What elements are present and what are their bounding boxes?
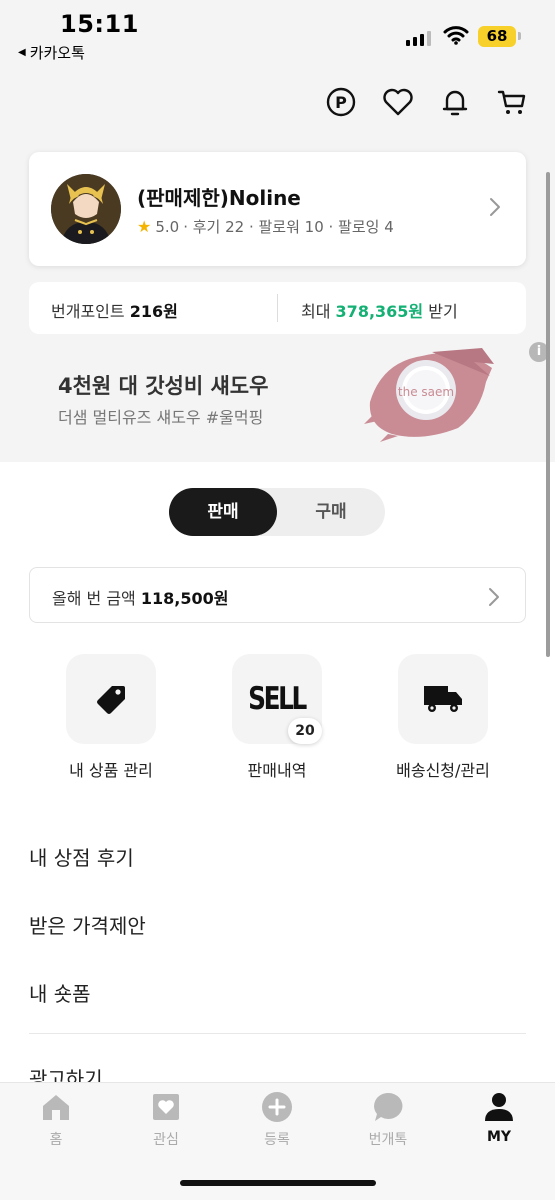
tab-buy[interactable]: 구매 bbox=[277, 488, 385, 536]
shipping-button[interactable] bbox=[398, 654, 488, 744]
tag-icon bbox=[97, 686, 125, 714]
max-label: 최대 bbox=[301, 302, 331, 321]
nav-register-label: 등록 bbox=[264, 1132, 290, 1148]
nav-my-label: MY bbox=[486, 1129, 512, 1145]
points-row: 번개포인트 216원 최대 378,365원 받기 bbox=[29, 282, 526, 334]
svg-text:P: P bbox=[335, 93, 347, 112]
ad-title[interactable]: 4천원 대 갓성비 섀도우 bbox=[58, 370, 268, 400]
menu-divider bbox=[29, 1033, 526, 1034]
tab-sell[interactable]: 판매 bbox=[169, 488, 277, 536]
bungae-points[interactable]: 번개포인트 216원 bbox=[51, 298, 178, 322]
cart-icon[interactable] bbox=[496, 86, 528, 118]
nav-chat-label: 번개톡 bbox=[368, 1132, 408, 1148]
shipping-label: 배송신청/관리 bbox=[396, 761, 490, 780]
battery-indicator: 68 bbox=[478, 26, 516, 47]
plus-icon bbox=[237, 1091, 317, 1123]
nav-chat[interactable]: 번개톡 bbox=[348, 1091, 428, 1149]
my-products-label: 내 상품 관리 bbox=[69, 761, 153, 780]
points-value: 216원 bbox=[129, 302, 178, 321]
nav-my[interactable]: MY bbox=[459, 1091, 539, 1145]
sales-history-label: 판매내역 bbox=[247, 761, 307, 780]
ad-product-image[interactable]: the saem bbox=[362, 342, 502, 446]
max-reward[interactable]: 최대 378,365원 받기 bbox=[301, 298, 458, 322]
chat-icon bbox=[348, 1091, 428, 1123]
my-products-button[interactable] bbox=[66, 654, 156, 744]
sales-count-badge: 20 bbox=[288, 718, 322, 744]
nav-home[interactable]: 홈 bbox=[16, 1091, 96, 1149]
annual-value: 118,500원 bbox=[140, 589, 229, 608]
points-label: 번개포인트 bbox=[51, 302, 125, 321]
rating-value: 5.0 bbox=[155, 217, 180, 236]
wifi-icon bbox=[443, 24, 469, 50]
point-icon[interactable]: P bbox=[325, 86, 357, 118]
ad-subtitle[interactable]: 더샘 멀티유즈 섀도우 #울먹핑 bbox=[58, 404, 263, 428]
annual-earnings-card[interactable]: 올해 번 금액 118,500원 bbox=[29, 567, 526, 623]
avatar bbox=[51, 174, 121, 244]
profile-stats: ★ 5.0 · 후기 22 · 팔로워 10 · 팔로잉 4 bbox=[137, 216, 394, 237]
signal-icon bbox=[406, 30, 431, 46]
star-icon: ★ bbox=[137, 217, 152, 236]
status-time: 15:11 bbox=[60, 10, 139, 38]
heart-icon[interactable] bbox=[382, 86, 414, 118]
back-triangle-icon: ◀ bbox=[18, 47, 26, 58]
points-divider bbox=[277, 294, 278, 322]
max-value: 378,365원 bbox=[335, 302, 424, 321]
nav-home-label: 홈 bbox=[49, 1132, 63, 1148]
chevron-right-icon bbox=[488, 196, 502, 222]
menu-shop-reviews[interactable]: 내 상점 후기 bbox=[29, 842, 134, 871]
sell-icon: SELL bbox=[248, 681, 308, 717]
profile-counts: · 후기 22 · 팔로워 10 · 팔로잉 4 bbox=[183, 218, 394, 236]
scrollbar[interactable] bbox=[546, 172, 550, 657]
annual-label: 올해 번 금액 bbox=[52, 589, 136, 608]
nav-favorites-label: 관심 bbox=[153, 1132, 179, 1148]
sell-buy-toggle: 판매 구매 bbox=[169, 488, 385, 536]
home-icon bbox=[16, 1091, 96, 1123]
truck-icon bbox=[424, 686, 462, 712]
nav-favorites[interactable]: 관심 bbox=[126, 1091, 206, 1149]
profile-name: (판매제한)Noline bbox=[137, 186, 301, 210]
user-icon bbox=[459, 1091, 539, 1123]
heart-box-icon bbox=[126, 1091, 206, 1123]
back-to-app-link[interactable]: ◀ 카카오톡 bbox=[18, 42, 85, 63]
menu-price-offers[interactable]: 받은 가격제안 bbox=[29, 910, 146, 939]
max-suffix: 받기 bbox=[428, 302, 458, 321]
menu-shortform[interactable]: 내 숏폼 bbox=[29, 978, 91, 1007]
ad-product-brand: the saem bbox=[398, 385, 454, 399]
nav-register[interactable]: 등록 bbox=[237, 1091, 317, 1149]
annual-earnings: 올해 번 금액 118,500원 bbox=[52, 585, 228, 609]
battery-tip bbox=[518, 32, 521, 40]
profile-card[interactable]: (판매제한)Noline ★ 5.0 · 후기 22 · 팔로워 10 · 팔로… bbox=[29, 152, 526, 266]
bell-icon[interactable] bbox=[439, 86, 471, 118]
chevron-right-icon bbox=[487, 586, 501, 612]
back-app-label: 카카오톡 bbox=[29, 44, 85, 62]
home-indicator[interactable] bbox=[180, 1180, 376, 1186]
